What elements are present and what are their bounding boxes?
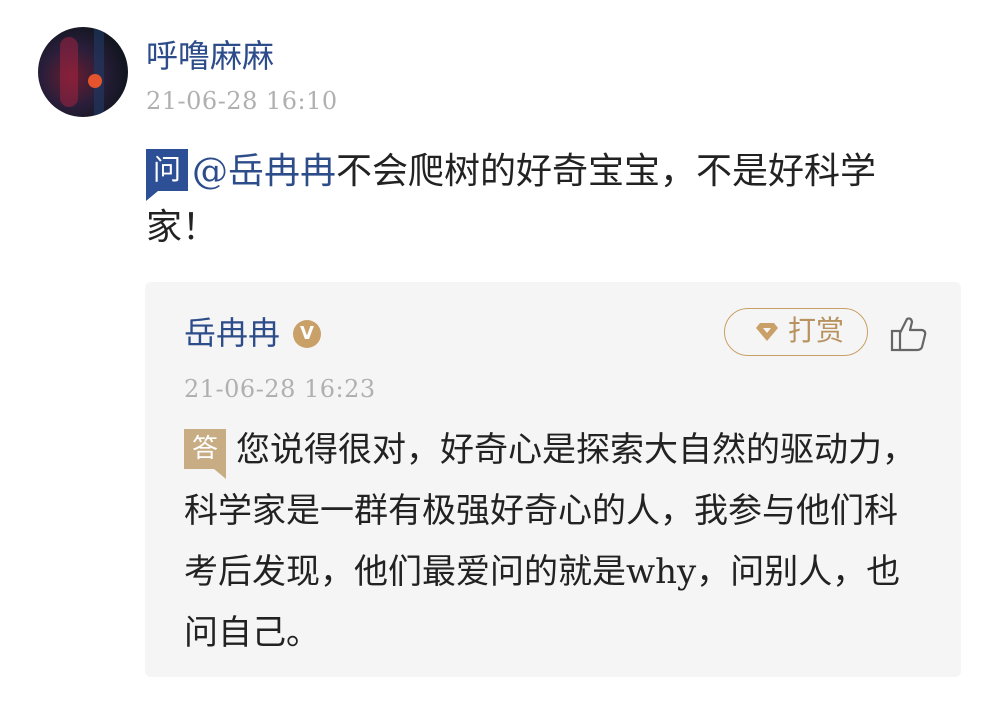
question-tag: 问 (146, 149, 188, 201)
reply-timestamp: 21-06-28 16:23 (184, 375, 376, 403)
reply-text: 您说得很对，好奇心是探索大自然的驱动力，科学家是一群有极强好奇心的人，我参与他们… (184, 430, 916, 653)
avatar-image-detail (60, 37, 78, 107)
avatar-image-detail (94, 27, 104, 117)
reply-card: 岳冉冉 V 打赏 21-06-28 16:23 答您说得很对，好奇心是探索大自然… (145, 282, 961, 677)
tip-button[interactable]: 打赏 (724, 308, 868, 356)
thumbs-up-icon[interactable] (889, 314, 929, 354)
mention-link[interactable]: @岳冉冉 (192, 151, 336, 192)
comment-body: 问 @岳冉冉不会爬树的好奇宝宝，不是好科学家！ (146, 144, 906, 256)
avatar-image-detail (88, 74, 102, 88)
comment-timestamp: 21-06-28 16:10 (146, 87, 338, 115)
reply-body: 答您说得很对，好奇心是探索大自然的驱动力，科学家是一群有极强好奇心的人，我参与他… (184, 420, 924, 664)
gem-icon (756, 323, 778, 341)
tip-label: 打赏 (788, 314, 845, 347)
avatar[interactable] (38, 27, 128, 117)
answer-tag: 答 (184, 429, 226, 479)
verified-badge-icon: V (293, 320, 321, 348)
reply-author[interactable]: 岳冉冉 (184, 313, 280, 353)
comment-author[interactable]: 呼噜麻麻 (146, 36, 274, 76)
